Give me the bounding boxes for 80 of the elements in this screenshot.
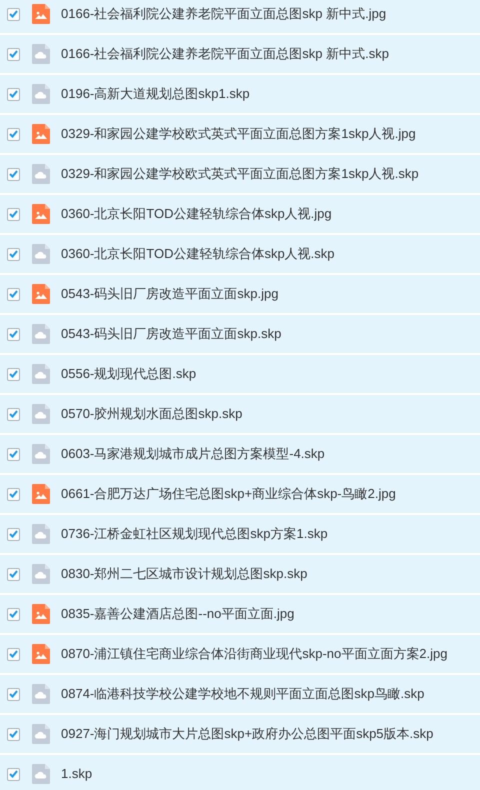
check-icon	[9, 170, 18, 178]
file-name[interactable]: 0329-和家园公建学校欧式英式平面立面总图方案1skp人视.skp	[61, 164, 419, 184]
image-file-icon	[32, 644, 50, 664]
cloud-file-icon	[32, 564, 50, 584]
checkbox[interactable]	[7, 88, 20, 100]
checkbox[interactable]	[7, 728, 20, 740]
file-name[interactable]: 0360-北京长阳TOD公建轻轨综合体skp人视.skp	[61, 244, 335, 264]
check-icon	[9, 450, 18, 458]
file-name[interactable]: 0870-浦江镇住宅商业综合体沿街商业现代skp-no平面立面方案2.jpg	[61, 644, 448, 664]
checkbox[interactable]	[7, 328, 20, 340]
checkbox[interactable]	[7, 488, 20, 500]
image-file-icon	[32, 4, 50, 24]
checkbox[interactable]	[7, 168, 20, 180]
check-icon	[9, 570, 18, 578]
image-file-icon	[32, 484, 50, 504]
checkbox[interactable]	[7, 8, 20, 20]
checkbox[interactable]	[7, 568, 20, 580]
check-icon	[9, 410, 18, 418]
check-icon	[9, 330, 18, 338]
file-name[interactable]: 0360-北京长阳TOD公建轻轨综合体skp人视.jpg	[61, 204, 332, 224]
file-name[interactable]: 0556-规划现代总图.skp	[61, 364, 196, 384]
cloud-file-icon	[32, 684, 50, 704]
file-name[interactable]: 0166-社会福利院公建养老院平面立面总图skp 新中式.skp	[61, 44, 389, 64]
file-name[interactable]: 0661-合肥万达广场住宅总图skp+商业综合体skp-鸟瞰2.jpg	[61, 484, 396, 504]
cloud-file-icon	[32, 764, 50, 784]
file-name[interactable]: 0830-郑州二七区城市设计规划总图skp.skp	[61, 564, 308, 584]
file-name[interactable]: 0874-临港科技学校公建学校地不规则平面立面总图skp鸟瞰.skp	[61, 684, 424, 704]
check-icon	[9, 650, 18, 658]
checkbox[interactable]	[7, 128, 20, 140]
check-icon	[9, 290, 18, 298]
check-icon	[9, 90, 18, 98]
cloud-file-icon	[32, 524, 50, 544]
checkbox[interactable]	[7, 648, 20, 660]
file-name[interactable]: 0736-江桥金虹社区规划现代总图skp方案1.skp	[61, 524, 328, 544]
checkbox[interactable]	[7, 688, 20, 700]
checkbox[interactable]	[7, 608, 20, 620]
file-name[interactable]: 0835-嘉善公建酒店总图--no平面立面.jpg	[61, 604, 294, 624]
checkbox[interactable]	[7, 48, 20, 60]
cloud-file-icon	[32, 44, 50, 64]
file-name[interactable]: 0196-高新大道规划总图skp1.skp	[61, 84, 250, 104]
check-icon	[9, 530, 18, 538]
file-name[interactable]: 0570-胶州规划水面总图skp.skp	[61, 404, 242, 424]
file-name[interactable]: 0927-海门规划城市大片总图skp+政府办公总图平面skp5版本.skp	[61, 724, 434, 744]
image-file-icon	[32, 124, 50, 144]
file-name[interactable]: 0603-马家港规划城市成片总图方案模型-4.skp	[61, 444, 325, 464]
image-file-icon	[32, 604, 50, 624]
file-name[interactable]: 0543-码头旧厂房改造平面立面skp.jpg	[61, 284, 278, 304]
checkbox[interactable]	[7, 208, 20, 220]
checkbox[interactable]	[7, 768, 20, 780]
checkbox[interactable]	[7, 288, 20, 300]
cloud-file-icon	[32, 364, 50, 384]
file-name[interactable]: 0329-和家园公建学校欧式英式平面立面总图方案1skp人视.jpg	[61, 124, 416, 144]
checkbox[interactable]	[7, 368, 20, 380]
cloud-file-icon	[32, 164, 50, 184]
check-icon	[9, 210, 18, 218]
check-icon	[9, 770, 18, 778]
check-icon	[9, 50, 18, 58]
file-name[interactable]: 1.skp	[61, 764, 92, 784]
checkbox[interactable]	[7, 408, 20, 420]
cloud-file-icon	[32, 444, 50, 464]
image-file-icon	[32, 204, 50, 224]
checkbox[interactable]	[7, 248, 20, 260]
cloud-file-icon	[32, 724, 50, 744]
cloud-file-icon	[32, 84, 50, 104]
cloud-file-icon	[32, 324, 50, 344]
check-icon	[9, 730, 18, 738]
file-name[interactable]: 0166-社会福利院公建养老院平面立面总图skp 新中式.jpg	[61, 4, 386, 24]
file-name[interactable]: 0543-码头旧厂房改造平面立面skp.skp	[61, 324, 282, 344]
check-icon	[9, 690, 18, 698]
check-icon	[9, 250, 18, 258]
check-icon	[9, 610, 18, 618]
image-file-icon	[32, 284, 50, 304]
check-icon	[9, 370, 18, 378]
cloud-file-icon	[32, 404, 50, 424]
checkbox[interactable]	[7, 448, 20, 460]
check-icon	[9, 130, 18, 138]
cloud-file-icon	[32, 244, 50, 264]
checkbox[interactable]	[7, 528, 20, 540]
check-icon	[9, 490, 18, 498]
check-icon	[9, 10, 18, 18]
